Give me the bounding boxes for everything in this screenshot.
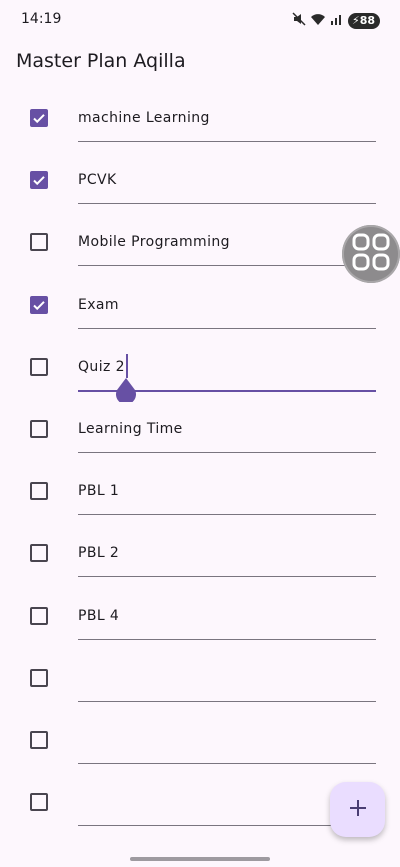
task-text: PBL 4 xyxy=(78,607,120,624)
task-checkbox[interactable] xyxy=(30,606,48,625)
task-row: Mobile Programming xyxy=(0,211,400,273)
status-icons: ⚡88 xyxy=(292,11,380,30)
task-row xyxy=(0,709,400,771)
task-checkbox[interactable] xyxy=(30,233,48,252)
signal-icon xyxy=(330,11,344,30)
task-input[interactable]: Mobile Programming xyxy=(78,231,376,267)
add-task-button[interactable] xyxy=(330,782,385,837)
task-row: PBL 2 xyxy=(0,522,400,584)
task-row: PCVK xyxy=(0,149,400,211)
task-text: Mobile Programming xyxy=(78,234,230,251)
app-title: Master Plan Aqilla xyxy=(16,50,186,72)
battery-indicator: ⚡88 xyxy=(347,12,380,29)
mute-icon xyxy=(292,11,306,30)
task-checkbox[interactable] xyxy=(30,793,48,812)
bolt-icon: ⚡ xyxy=(351,13,360,27)
task-input[interactable] xyxy=(78,729,376,764)
status-bar: 14:19 ⚡88 xyxy=(0,0,400,40)
task-text: Quiz 2 xyxy=(78,358,125,375)
check-icon xyxy=(33,176,45,186)
text-cursor xyxy=(126,353,128,378)
task-checkbox[interactable] xyxy=(30,357,48,376)
task-checkbox[interactable] xyxy=(30,668,48,687)
task-input[interactable]: Learning Time xyxy=(78,418,376,453)
task-checkbox[interactable] xyxy=(30,171,48,190)
task-row xyxy=(0,647,400,709)
check-icon xyxy=(33,114,45,124)
task-checkbox[interactable] xyxy=(30,482,48,501)
status-time: 14:19 xyxy=(21,11,62,27)
task-checkbox[interactable] xyxy=(30,295,48,314)
task-row: PBL 1 xyxy=(0,460,400,522)
grid-icon xyxy=(351,232,391,276)
task-row: machine Learning xyxy=(0,87,400,149)
battery-level: 88 xyxy=(359,13,375,27)
assistive-touch-button[interactable] xyxy=(342,225,400,283)
task-input[interactable]: Exam xyxy=(78,294,376,329)
task-row: Exam xyxy=(0,274,400,336)
task-text: machine Learning xyxy=(78,110,210,126)
task-row: Quiz 2 xyxy=(0,336,400,405)
task-row: PBL 4 xyxy=(0,585,400,647)
task-checkbox[interactable] xyxy=(30,419,48,438)
task-text: PBL 1 xyxy=(78,483,120,500)
task-input[interactable]: PBL 1 xyxy=(78,480,376,516)
task-checkbox[interactable] xyxy=(30,544,48,563)
task-row: Learning Time xyxy=(0,398,400,460)
task-text: Learning Time xyxy=(78,420,183,437)
task-input[interactable]: machine Learning xyxy=(78,107,376,142)
task-input[interactable]: Quiz 2 xyxy=(78,353,376,405)
task-input[interactable]: PBL 2 xyxy=(78,542,376,578)
task-input[interactable]: PCVK xyxy=(78,169,376,205)
task-list: machine Learning PCVK Mobile Programming Ex… xyxy=(0,87,400,833)
task-checkbox[interactable] xyxy=(30,109,48,127)
check-icon xyxy=(33,300,45,310)
task-input[interactable]: PBL 4 xyxy=(78,605,376,640)
task-text: PCVK xyxy=(78,172,117,189)
wifi-icon xyxy=(310,11,326,30)
task-text: PBL 2 xyxy=(78,545,120,562)
task-text: Exam xyxy=(78,296,119,313)
task-checkbox[interactable] xyxy=(30,730,48,749)
task-input[interactable] xyxy=(78,667,376,702)
add-icon xyxy=(348,798,368,822)
home-indicator[interactable] xyxy=(130,857,270,861)
